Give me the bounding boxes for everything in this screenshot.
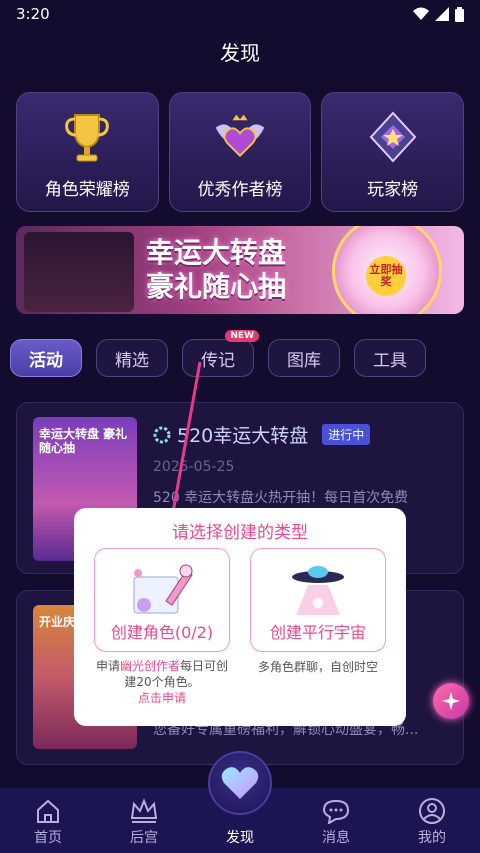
battery-icon <box>455 6 464 22</box>
banner-title: 幸运大转盘 豪礼随心抽 <box>146 236 286 304</box>
nav-profile[interactable]: 我的 <box>397 798 467 847</box>
banner-title-line2: 豪礼随心抽 <box>146 270 287 303</box>
thumbnail-text: 幸运大转盘 豪礼随心抽 <box>39 427 128 455</box>
nav-discover[interactable]: 发现 <box>205 751 275 847</box>
creator-hint: 申请幽光创作者每日可创建20个角色。 点击申请 <box>94 658 230 706</box>
nav-label: 消息 <box>322 830 350 846</box>
page-title: 发现 <box>220 40 260 65</box>
nav-home[interactable]: 首页 <box>13 798 83 847</box>
tab-label: 精选 <box>115 350 149 371</box>
diamond-badge-icon <box>365 109 421 165</box>
create-character-option[interactable]: 创建角色(0/2) <box>94 548 230 652</box>
bottom-navigation: 首页 后宫 发现 消息 我的 <box>0 751 480 853</box>
banner-couple-image <box>24 232 134 312</box>
user-icon <box>419 798 445 824</box>
character-honor-card[interactable]: 角色荣耀榜 <box>16 92 159 212</box>
universe-hint: 多角色群聊，自创时空 <box>257 660 378 674</box>
nav-messages[interactable]: 消息 <box>301 798 371 847</box>
creator-name-highlight: 幽光创作者 <box>119 659 180 673</box>
nav-label: 发现 <box>226 830 254 846</box>
status-icons <box>413 6 464 22</box>
tab-label: 工具 <box>373 350 407 371</box>
leaderboard-cards: 角色荣耀榜 优秀作者榜 玩家榜 <box>16 92 465 212</box>
nav-harem[interactable]: 后宫 <box>109 798 179 847</box>
nav-label: 首页 <box>34 830 62 846</box>
status-badge: 进行中 <box>322 424 371 445</box>
option-label: 创建角色(0/2) <box>110 623 214 642</box>
banner-title-line1: 幸运大转盘 <box>146 236 287 269</box>
player-card[interactable]: 玩家榜 <box>321 92 465 212</box>
card-label: 角色荣耀榜 <box>44 180 130 200</box>
tab-activity[interactable]: 活动 <box>10 339 82 377</box>
app-bar: 发现 <box>0 28 480 74</box>
pen-drawing-icon <box>95 561 229 619</box>
discover-bubble <box>208 751 272 815</box>
tab-tools[interactable]: 工具 <box>354 339 426 377</box>
home-icon <box>37 799 59 823</box>
ufo-icon <box>251 561 385 619</box>
nav-label: 我的 <box>418 830 446 846</box>
status-bar: 3:20 <box>0 0 480 28</box>
create-universe-option[interactable]: 创建平行宇宙 <box>250 548 386 652</box>
crown-icon <box>130 798 158 823</box>
create-type-modal: 请选择创建的类型 创建角色(0/2) 创建平行宇宙 申请幽光创作者每日可创建20… <box>74 508 406 726</box>
card-label: 优秀作者榜 <box>197 180 283 200</box>
winged-heart-badge-icon <box>212 109 268 165</box>
lucky-wheel-banner[interactable]: 幸运大转盘 豪礼随心抽 立即抽奖 <box>16 226 464 314</box>
sparkle-fab-button[interactable] <box>433 683 469 719</box>
modal-title: 请选择创建的类型 <box>172 523 308 543</box>
card-label: 玩家榜 <box>367 180 419 200</box>
chat-bubble-icon <box>322 799 350 824</box>
heart-icon <box>221 767 259 799</box>
trophy-icon <box>59 109 115 165</box>
option-label: 创建平行宇宙 <box>269 623 366 642</box>
tab-label: 活动 <box>29 350 63 371</box>
status-time: 3:20 <box>16 5 50 23</box>
tab-label: 图库 <box>287 350 321 371</box>
new-badge: NEW <box>225 330 259 342</box>
wheel-draw-button[interactable]: 立即抽奖 <box>366 256 406 296</box>
sparkle-icon <box>442 692 460 710</box>
top-author-card[interactable]: 优秀作者榜 <box>168 92 312 212</box>
apply-link[interactable]: 点击申请 <box>94 690 230 706</box>
nav-label: 后宫 <box>130 830 158 846</box>
wifi-icon <box>413 7 429 20</box>
tab-gallery[interactable]: 图库 <box>268 339 340 377</box>
signal-icon <box>435 7 449 21</box>
hint-prefix: 申请 <box>95 659 120 673</box>
category-tabs: 活动 精选 传记 NEW 图库 工具 <box>10 330 470 378</box>
